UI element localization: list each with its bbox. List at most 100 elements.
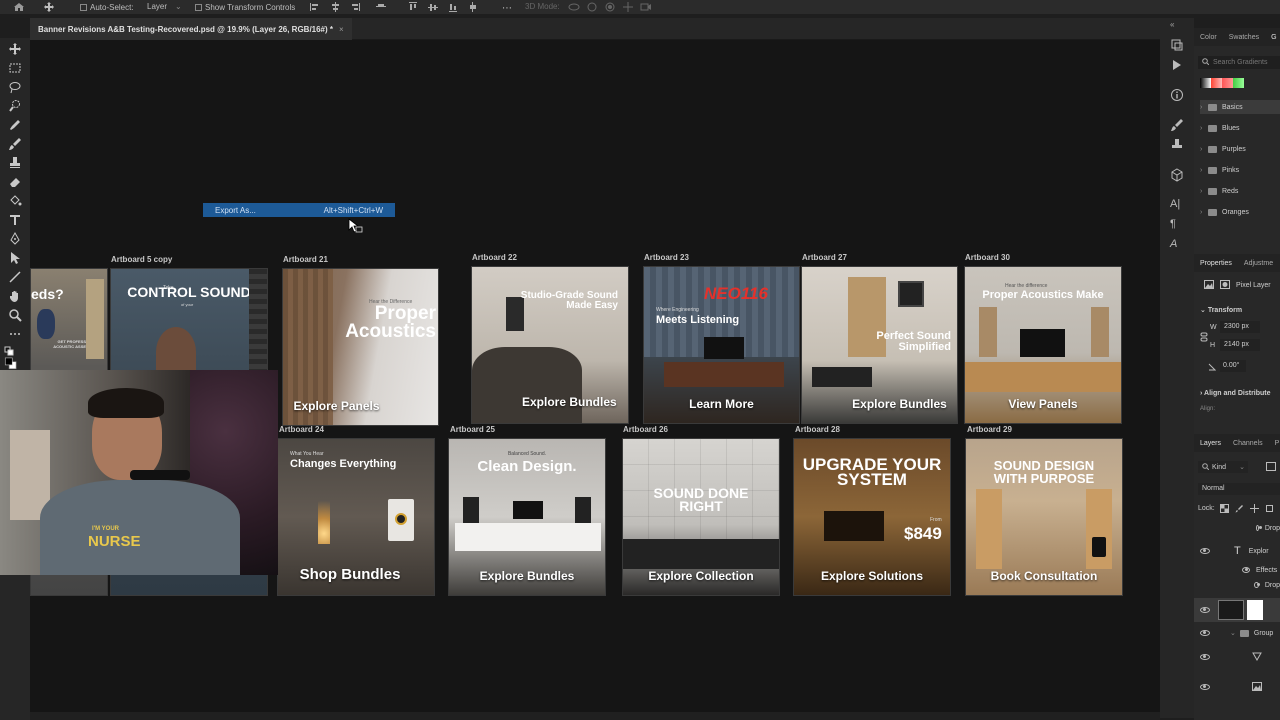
line-tool-icon[interactable] (8, 270, 22, 284)
zoom-tool-icon[interactable] (8, 308, 22, 322)
angle-field[interactable]: 0.00° (1220, 360, 1246, 372)
artboard-card[interactable]: NEO116 Where Engineering Meets Listening… (643, 266, 800, 424)
artboard-label[interactable]: Artboard 28 (795, 425, 840, 434)
hand-tool-icon[interactable] (8, 289, 22, 303)
artboard-label[interactable]: Artboard 27 (802, 253, 847, 262)
more-options-icon[interactable]: ⋯ (502, 3, 512, 14)
gradient-folder-pinks[interactable]: › Pinks (1200, 163, 1280, 177)
gradient-folder-blues[interactable]: › Blues (1200, 121, 1280, 135)
eyedropper-tool-icon[interactable] (8, 118, 22, 132)
blend-mode-select[interactable]: Normal (1198, 483, 1280, 495)
artboard-label[interactable]: Artboard 25 (450, 425, 495, 434)
layer-row-group[interactable]: ⌄ Group (1194, 625, 1280, 641)
home-icon[interactable] (13, 2, 25, 12)
auto-select-checkbox[interactable]: Auto-Select: (80, 3, 134, 12)
eye-icon[interactable] (1200, 684, 1210, 690)
layer-row-image[interactable] (1194, 679, 1280, 695)
artboard-label[interactable]: Artboard 21 (283, 255, 328, 264)
character-icon[interactable]: A| (1170, 198, 1184, 212)
clone-stamp-tool-icon[interactable] (8, 156, 22, 170)
gradient-search-field[interactable]: Search Gradients (1198, 56, 1280, 69)
height-field[interactable]: 2140 px (1220, 339, 1260, 351)
layer-row-text[interactable]: T Explor (1194, 543, 1280, 559)
eye-icon[interactable] (1242, 567, 1250, 573)
clone-source-icon[interactable] (1170, 138, 1184, 152)
move-tool-icon[interactable] (44, 2, 58, 12)
layer-row-effects[interactable]: Effects (1194, 562, 1280, 578)
filter-image-icon[interactable] (1266, 462, 1276, 473)
layer-filter-kind[interactable]: Kind ⌄ (1198, 461, 1248, 473)
artboard-card[interactable]: Hear the Difference Proper Acoustics Exp… (282, 268, 439, 426)
tab-color[interactable]: Color (1194, 34, 1223, 41)
artboard-label[interactable]: Artboard 29 (967, 425, 1012, 434)
lock-brush-icon[interactable] (1235, 504, 1244, 515)
tab-channels[interactable]: Channels (1227, 440, 1269, 447)
video-3d-icon[interactable] (640, 2, 652, 14)
paint-bucket-tool-icon[interactable] (8, 194, 22, 208)
play-actions-icon[interactable] (1170, 58, 1184, 72)
distribute-vertical-icon[interactable] (468, 2, 478, 14)
eye-icon[interactable] (1254, 582, 1260, 588)
info-icon[interactable] (1170, 88, 1184, 102)
close-tab-icon[interactable]: × (339, 25, 344, 34)
drag-3d-icon[interactable] (604, 2, 616, 14)
eye-icon[interactable] (1256, 525, 1262, 531)
align-left-icon[interactable] (310, 2, 320, 14)
artboard-label[interactable]: Artboard 5 copy (111, 255, 172, 264)
tab-gradients[interactable]: G (1265, 34, 1280, 41)
history-icon[interactable] (1170, 38, 1184, 52)
gradient-swatch[interactable] (1233, 78, 1244, 88)
artboard-label[interactable]: Artboard 23 (644, 253, 689, 262)
gradient-folder-purples[interactable]: › Purples (1200, 142, 1280, 156)
glyphs-icon[interactable]: A (1170, 238, 1184, 252)
artboard-card[interactable]: Balanced Sound. Clean Design. Explore Bu… (448, 438, 606, 596)
artboard-card[interactable]: UPGRADE YOUR SYSTEM From $849 Explore So… (793, 438, 951, 596)
orbit-3d-icon[interactable] (568, 2, 580, 14)
gradient-presets-strip[interactable] (1200, 78, 1244, 88)
roll-3d-icon[interactable] (586, 2, 598, 14)
transform-section-label[interactable]: ⌄ Transform (1200, 306, 1242, 314)
tab-layers[interactable]: Layers (1194, 440, 1227, 447)
artboard-label[interactable]: Artboard 24 (279, 425, 324, 434)
artboard-label[interactable]: Artboard 22 (472, 253, 517, 262)
slide-3d-icon[interactable] (622, 2, 634, 14)
artboard-card[interactable]: SOUND DESIGN WITH PURPOSE Book Consultat… (965, 438, 1123, 596)
mask-icon[interactable] (1220, 280, 1230, 291)
paragraph-icon[interactable]: ¶ (1170, 218, 1184, 232)
layer-select-dropdown[interactable]: Layer ⌄ (143, 2, 182, 11)
marquee-tool-icon[interactable] (8, 61, 22, 75)
artboard-card[interactable]: Perfect Sound Simplified Explore Bundles (801, 266, 958, 424)
align-top-icon[interactable] (408, 2, 418, 14)
layer-row-image-selected[interactable] (1194, 598, 1280, 622)
artboard-card[interactable]: Studio-Grade Sound Made Easy Explore Bun… (471, 266, 629, 424)
artboard-card[interactable]: SOUND DONE RIGHT Explore Collection (622, 438, 780, 596)
gradient-folder-reds[interactable]: › Reds (1200, 184, 1280, 198)
brush-tool-icon[interactable] (8, 137, 22, 151)
tab-paths[interactable]: P (1269, 440, 1280, 447)
gradient-folder-basics[interactable]: › Basics (1200, 100, 1280, 114)
lock-move-icon[interactable] (1250, 504, 1259, 515)
more-tools-icon[interactable] (8, 327, 22, 341)
eraser-tool-icon[interactable] (8, 175, 22, 189)
move-tool-icon[interactable] (8, 42, 22, 56)
lock-transparent-icon[interactable] (1220, 504, 1229, 515)
align-bottom-icon[interactable] (448, 2, 458, 14)
quick-selection-tool-icon[interactable] (8, 99, 22, 113)
artboard-label[interactable]: Artboard 26 (623, 425, 668, 434)
path-selection-tool-icon[interactable] (8, 251, 22, 265)
align-middle-icon[interactable] (428, 2, 438, 14)
3d-icon[interactable] (1170, 168, 1184, 182)
eye-icon[interactable] (1200, 548, 1210, 554)
eye-icon[interactable] (1200, 630, 1210, 636)
width-field[interactable]: 2300 px (1220, 321, 1260, 333)
gradient-swatch[interactable] (1222, 78, 1233, 88)
artboard-card[interactable]: What You Hear Changes Everything Shop Bu… (277, 438, 435, 596)
lasso-tool-icon[interactable] (8, 80, 22, 94)
collapse-icon[interactable]: « (1170, 20, 1184, 34)
document-tab[interactable]: Banner Revisions A&B Testing-Recovered.p… (30, 18, 352, 40)
tab-adjustments[interactable]: Adjustme (1238, 260, 1279, 267)
link-dimensions-icon[interactable] (1200, 332, 1208, 344)
layer-row-shape[interactable] (1194, 649, 1280, 665)
eye-icon[interactable] (1200, 654, 1210, 660)
gradient-swatch[interactable] (1211, 78, 1222, 88)
